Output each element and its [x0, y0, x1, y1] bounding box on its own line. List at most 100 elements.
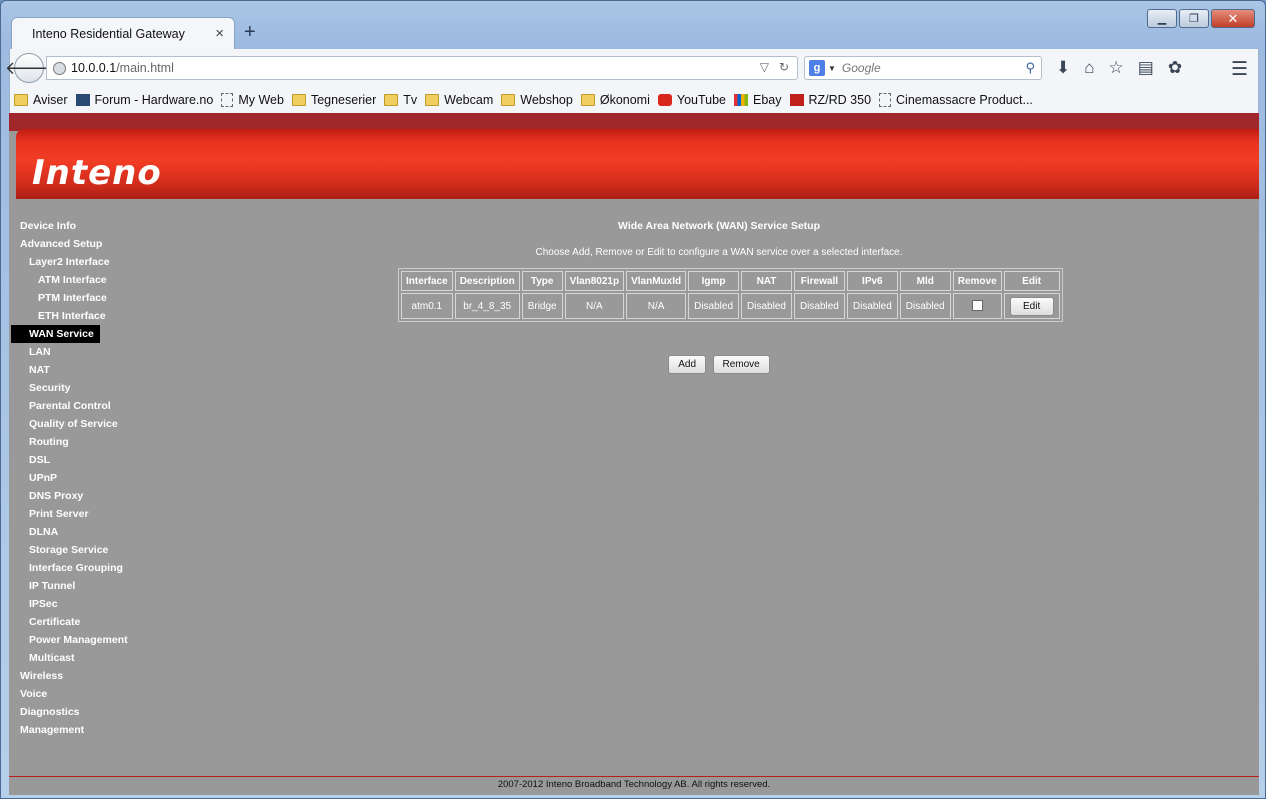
sidebar-item-power-management[interactable]: Power Management: [9, 631, 209, 649]
navigation-toolbar: 🡐 10.0.0.1/main.html ▽ ↻ g ▼ Google ⚲ ⬇ …: [5, 49, 1259, 87]
column-header: NAT: [741, 271, 792, 291]
bookmark-item[interactable]: Webcam: [425, 93, 493, 107]
search-icon[interactable]: ⚲: [1025, 60, 1035, 76]
column-header: Firewall: [793, 271, 845, 291]
sidebar-item-ipsec[interactable]: IPSec: [9, 595, 209, 613]
sidebar-item-print-server[interactable]: Print Server: [9, 505, 209, 523]
bookmark-item[interactable]: Tegneserier: [291, 93, 376, 107]
bookmark-item[interactable]: YouTube: [657, 93, 726, 107]
bookmark-item[interactable]: Økonomi: [580, 93, 650, 107]
sidebar-item-upnp[interactable]: UPnP: [9, 469, 209, 487]
column-header: VlanMuxId: [626, 271, 687, 291]
bookmark-label: Cinemassacre Product...: [896, 93, 1033, 107]
sidebar-item-voice[interactable]: Voice: [9, 685, 209, 703]
sidebar-item-device-info[interactable]: Device Info: [9, 217, 209, 235]
bookmark-item[interactable]: Cinemassacre Product...: [879, 93, 1033, 107]
table-cell: Disabled: [899, 293, 951, 319]
sidebar-item-parental-control[interactable]: Parental Control: [9, 397, 209, 415]
table-actions: Add Remove: [399, 354, 1039, 374]
download-icon[interactable]: ⬇: [1056, 58, 1070, 78]
header-banner: Inteno: [16, 129, 1259, 199]
sidebar-item-routing[interactable]: Routing: [9, 433, 209, 451]
url-host: 10.0.0.1: [71, 61, 117, 75]
sidebar-menu: Device Info Advanced Setup Layer2 Interfac…: [9, 217, 209, 739]
new-tab-button[interactable]: +: [244, 21, 256, 44]
sidebar-item-eth-interface[interactable]: ETH Interface: [9, 307, 209, 325]
sidebar-item-wan-service[interactable]: WAN Service: [11, 325, 100, 343]
column-header: Remove: [952, 271, 1002, 291]
sidebar-item-layer2-interface[interactable]: Layer2 Interface: [9, 253, 209, 271]
sidebar-item-dlna[interactable]: DLNA: [9, 523, 209, 541]
sidebar-item-quality-of-service[interactable]: Quality of Service: [9, 415, 209, 433]
back-button[interactable]: 🡐: [5, 53, 53, 83]
sidebar-item-dns-proxy[interactable]: DNS Proxy: [9, 487, 209, 505]
menu-icon[interactable]: ☰: [1231, 58, 1248, 81]
chevron-down-icon[interactable]: ▼: [828, 64, 836, 73]
home-icon[interactable]: ⌂: [1084, 58, 1094, 78]
sidebar-item-nat[interactable]: NAT: [9, 361, 209, 379]
column-header: Edit: [1003, 271, 1060, 291]
reading-list-icon[interactable]: ▤: [1138, 58, 1154, 78]
column-header: Mld: [899, 271, 951, 291]
sidebar-item-ptm-interface[interactable]: PTM Interface: [9, 289, 209, 307]
table-cell: Disabled: [688, 293, 740, 319]
bookmark-item[interactable]: My Web: [221, 93, 284, 107]
edit-cell: Edit: [1003, 293, 1060, 319]
sidebar-item-dsl[interactable]: DSL: [9, 451, 209, 469]
star-icon[interactable]: ☆: [1109, 58, 1124, 78]
folder-icon: [291, 94, 306, 106]
sidebar-item-wireless[interactable]: Wireless: [9, 667, 209, 685]
folder-icon: [501, 94, 516, 106]
sidebar-item-advanced-setup[interactable]: Advanced Setup: [9, 235, 209, 253]
folder-icon: [14, 94, 28, 106]
sidebar-item-multicast[interactable]: Multicast: [9, 649, 209, 667]
url-bar[interactable]: 10.0.0.1/main.html ▽ ↻: [46, 56, 798, 80]
folder-icon: [580, 94, 595, 106]
sidebar-item-lan[interactable]: LAN: [9, 343, 209, 361]
search-input[interactable]: Google: [842, 61, 1026, 75]
sidebar-item-atm-interface[interactable]: ATM Interface: [9, 271, 209, 289]
table-cell: N/A: [564, 293, 625, 319]
sidebar-item-interface-grouping[interactable]: Interface Grouping: [9, 559, 209, 577]
bookmark-item[interactable]: Tv: [384, 93, 417, 107]
bookmark-item[interactable]: RZ/RD 350: [789, 93, 871, 107]
browser-tab[interactable]: Inteno Residential Gateway ×: [11, 17, 235, 49]
reload-icon[interactable]: ↻: [779, 60, 789, 74]
search-bar[interactable]: g ▼ Google ⚲: [804, 56, 1042, 80]
table-cell: Disabled: [741, 293, 792, 319]
add-button[interactable]: Add: [668, 355, 707, 374]
main-panel: Wide Area Network (WAN) Service Setup Ch…: [398, 217, 1063, 374]
sidebar-item-ip-tunnel[interactable]: IP Tunnel: [9, 577, 209, 595]
sidebar-item-security[interactable]: Security: [9, 379, 209, 397]
bookmark-item[interactable]: Forum - Hardware.no: [75, 93, 213, 107]
google-icon[interactable]: g: [809, 60, 825, 76]
bookmark-item[interactable]: Ebay: [734, 93, 782, 107]
table-cell: Disabled: [793, 293, 845, 319]
remove-button[interactable]: Remove: [712, 355, 770, 374]
table-header-row: Interface Description Type Vlan8021p VlanMux…: [401, 271, 1060, 291]
remove-checkbox[interactable]: [971, 300, 983, 312]
bookmark-label: Tv: [403, 93, 418, 107]
dropdown-arrow-icon[interactable]: ▽: [760, 60, 769, 74]
minimize-button[interactable]: ▁: [1147, 9, 1177, 28]
table-row: atm0.1 br_4_8_35 Bridge N/A N/A Disabled Disab…: [401, 293, 1060, 319]
addon-icon[interactable]: ✿: [1168, 58, 1182, 78]
maximize-button[interactable]: ❐: [1179, 9, 1209, 28]
column-header: Igmp: [688, 271, 740, 291]
sidebar-item-certificate[interactable]: Certificate: [9, 613, 209, 631]
footer-divider: [9, 776, 1259, 777]
bookmark-label: Aviser: [33, 93, 68, 107]
table-cell: atm0.1: [401, 293, 453, 319]
bookmark-label: Webcam: [444, 93, 494, 107]
bookmark-item[interactable]: Webshop: [501, 93, 573, 107]
inteno-logo: Inteno: [32, 153, 162, 193]
sidebar-item-storage-service[interactable]: Storage Service: [9, 541, 209, 559]
footer-copyright: 2007-2012 Inteno Broadband Technology AB…: [497, 779, 771, 790]
bookmark-item[interactable]: Aviser: [14, 93, 68, 107]
ebay-icon: [734, 94, 748, 106]
close-window-button[interactable]: ✕: [1211, 9, 1255, 28]
tab-close-icon[interactable]: ×: [215, 25, 224, 42]
edit-button[interactable]: Edit: [1009, 296, 1054, 316]
sidebar-item-diagnostics[interactable]: Diagnostics: [9, 703, 209, 721]
sidebar-item-management[interactable]: Management: [9, 721, 209, 739]
